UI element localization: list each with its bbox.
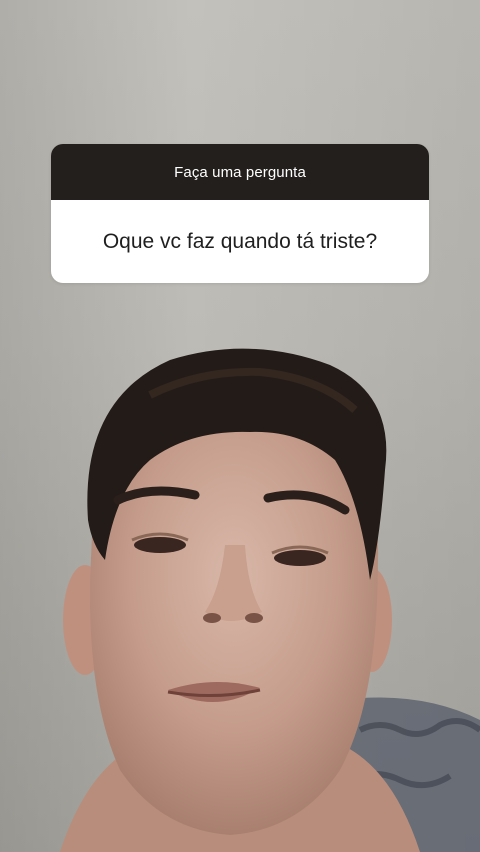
story-screen: Faça uma pergunta Oque vc faz quando tá … — [0, 0, 480, 852]
face-photo — [0, 0, 480, 852]
question-sticker[interactable]: Faça uma pergunta Oque vc faz quando tá … — [51, 144, 429, 283]
question-sticker-header-label: Faça uma pergunta — [174, 163, 306, 181]
question-text: Oque vc faz quando tá triste? — [102, 229, 378, 253]
question-sticker-header: Faça uma pergunta — [51, 144, 429, 200]
question-sticker-body: Oque vc faz quando tá triste? — [51, 200, 429, 283]
